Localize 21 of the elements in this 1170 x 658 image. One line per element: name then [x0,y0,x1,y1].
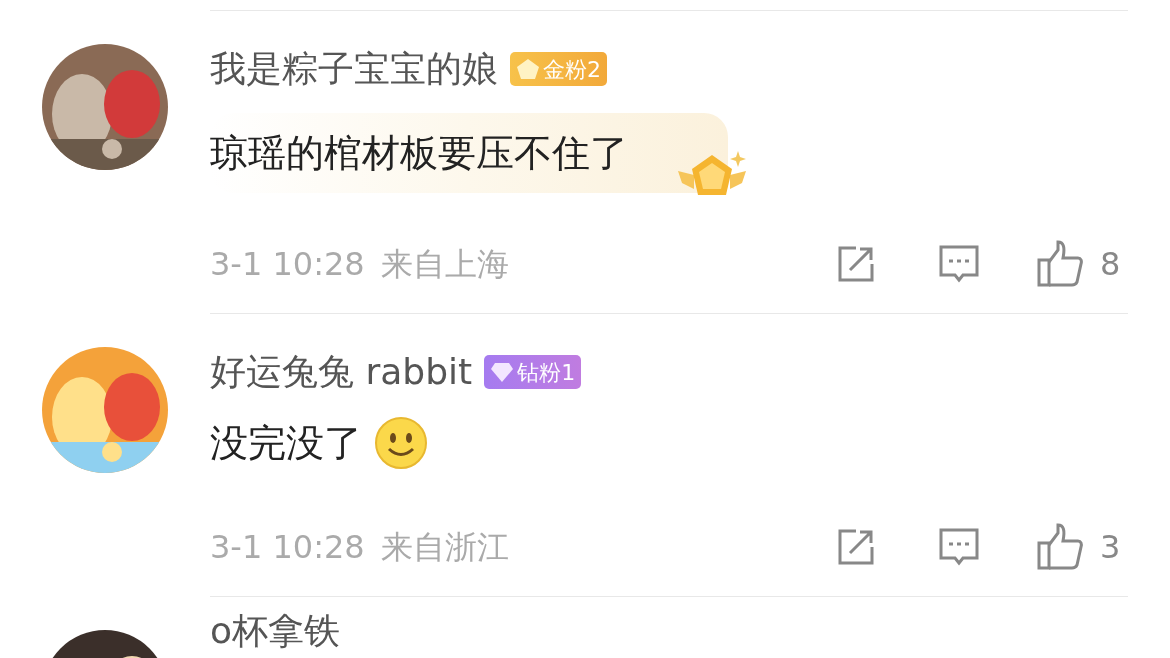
user-name[interactable]: 好运兔兔 rabbit [210,345,473,399]
like-count: 3 [1100,527,1122,568]
share-icon[interactable] [836,244,876,284]
comment-text: 没完没了 [210,419,362,467]
comment-text: 琼瑶的棺材板要压不住了 [210,129,628,177]
comment-time: 3-1 10:28 [210,527,365,568]
comment-location: 来自浙江 [380,527,509,568]
comment-icon[interactable] [938,243,980,285]
like-count: 8 [1100,244,1122,285]
fan-badge: 金粉2 [510,52,607,86]
fan-badge: 钻粉1 [484,355,582,389]
user-name[interactable]: 我是粽子宝宝的娘 [210,42,498,96]
share-icon[interactable] [836,527,876,567]
comment-location: 来自上海 [380,244,509,285]
user-name[interactable]: o杯拿铁 [210,604,341,658]
comment-time: 3-1 10:28 [210,244,365,285]
thumbs-up-icon[interactable] [1036,240,1084,288]
thumbs-up-icon[interactable] [1036,523,1084,571]
pentagon-icon [516,58,540,80]
diamond-icon [490,361,515,383]
comment-icon[interactable] [938,526,980,568]
